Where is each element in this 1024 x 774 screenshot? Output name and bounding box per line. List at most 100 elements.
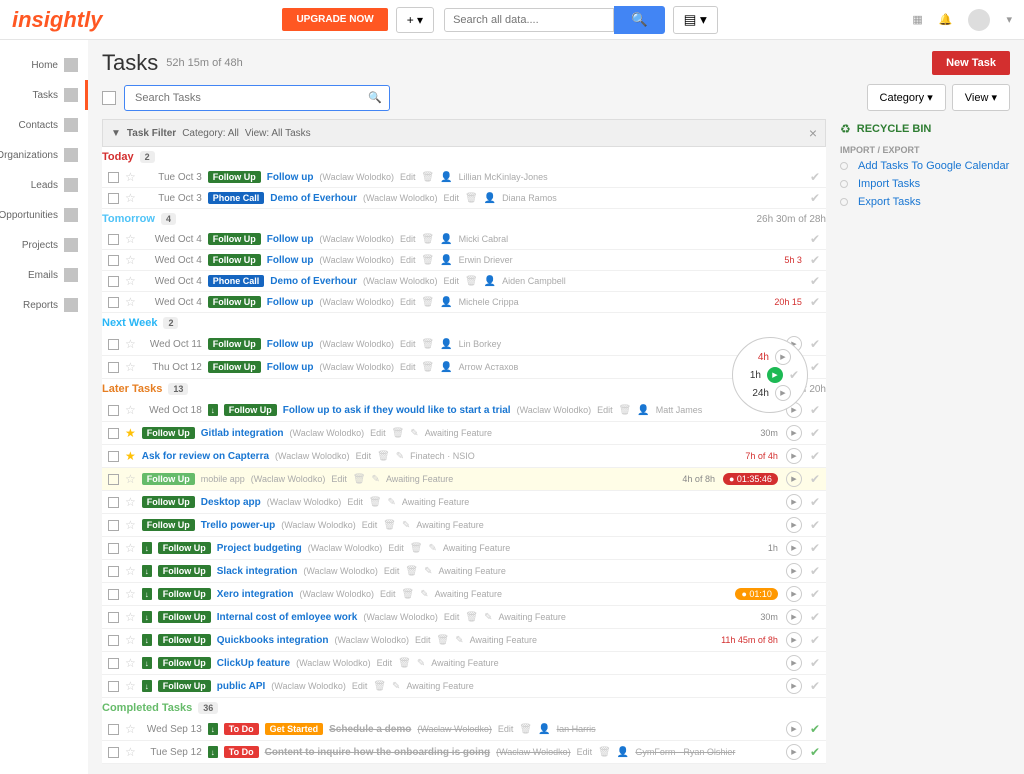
play-icon[interactable]: ▶ [786, 609, 802, 625]
avatar[interactable] [968, 9, 990, 31]
sidenav-contacts[interactable]: Contacts [0, 110, 88, 140]
trash-icon[interactable]: 🗑 [398, 658, 411, 669]
star-icon[interactable]: ☆ [125, 170, 136, 184]
category-filter-button[interactable]: Category ▾ [867, 84, 946, 111]
sidenav-home[interactable]: Home [0, 50, 88, 80]
global-search-input[interactable] [444, 8, 614, 32]
trash-icon[interactable]: 🗑 [421, 339, 434, 350]
edit-link[interactable]: Edit [498, 724, 514, 734]
trash-icon[interactable]: 🗑 [410, 543, 423, 554]
complete-icon[interactable]: ✔ [810, 403, 820, 417]
play-icon[interactable]: ▶ [775, 385, 791, 401]
task-title[interactable]: Schedule a demo [329, 724, 411, 735]
complete-icon[interactable]: ✔ [810, 426, 820, 440]
play-icon[interactable]: ▶ [786, 540, 802, 556]
play-icon[interactable]: ▶ [786, 517, 802, 533]
search-button[interactable]: 🔍 [614, 6, 665, 34]
task-checkbox[interactable] [108, 747, 119, 758]
complete-icon[interactable]: ✔ [810, 745, 820, 759]
task-row[interactable]: ☆Follow UpDesktop app(Waclaw Wolodko)Edi… [102, 491, 826, 514]
edit-link[interactable]: Edit [400, 234, 416, 244]
task-checkbox[interactable] [108, 339, 119, 350]
task-row[interactable]: ☆↓Follow Uppublic API(Waclaw Wolodko)Edi… [102, 675, 826, 698]
complete-icon[interactable]: ✔ [810, 633, 820, 647]
trash-icon[interactable]: 🗑 [437, 635, 450, 646]
star-icon[interactable]: ★ [125, 449, 136, 463]
trash-icon[interactable]: 🗑 [405, 566, 418, 577]
task-title[interactable]: Content to inquire how the onboarding is… [265, 747, 491, 758]
task-checkbox[interactable] [108, 428, 119, 439]
star-icon[interactable]: ☆ [125, 295, 136, 309]
complete-icon[interactable]: ✔ [810, 170, 820, 184]
view-toggle-button[interactable]: ▤ ▾ [673, 6, 718, 34]
trash-icon[interactable]: 🗑 [421, 234, 434, 245]
recycle-bin-link[interactable]: ♻RECYCLE BIN [840, 119, 1010, 139]
task-title[interactable]: Follow up to ask if they would like to s… [283, 405, 511, 416]
task-title[interactable]: Internal cost of emloyee work [217, 612, 358, 623]
edit-link[interactable]: Edit [400, 362, 416, 372]
task-checkbox[interactable] [108, 635, 119, 646]
trash-icon[interactable]: 🗑 [421, 172, 434, 183]
export-tasks-link[interactable]: Export Tasks [840, 193, 1010, 211]
trash-icon[interactable]: 🗑 [465, 276, 478, 287]
play-icon[interactable]: ▶ [786, 632, 802, 648]
task-checkbox[interactable] [108, 255, 119, 266]
complete-icon[interactable]: ✔ [810, 449, 820, 463]
edit-link[interactable]: Edit [444, 193, 460, 203]
task-title[interactable]: Gitlab integration [201, 428, 284, 439]
task-row[interactable]: ☆Wed Oct 4Follow UpFollow up(Waclaw Wolo… [102, 250, 826, 271]
task-title[interactable]: Follow up [267, 339, 314, 350]
task-row[interactable]: ☆Wed Oct 18↓Follow UpFollow up to ask if… [102, 399, 826, 422]
play-icon[interactable]: ▶ [786, 563, 802, 579]
edit-link[interactable]: Edit [400, 255, 416, 265]
task-title[interactable]: Demo of Everhour [270, 193, 357, 204]
trash-icon[interactable]: 🗑 [465, 193, 478, 204]
task-title[interactable]: Trello power-up [201, 520, 275, 531]
complete-icon[interactable]: ✔ [810, 253, 820, 267]
star-icon[interactable]: ☆ [125, 541, 136, 555]
user-menu-caret[interactable]: ▾ [1006, 13, 1012, 26]
task-row[interactable]: ☆↓Follow UpClickUp feature(Waclaw Wolodk… [102, 652, 826, 675]
task-title[interactable]: Follow up [267, 255, 314, 266]
complete-icon[interactable]: ✔ [810, 541, 820, 555]
star-icon[interactable]: ☆ [125, 633, 136, 647]
task-checkbox[interactable] [108, 612, 119, 623]
star-icon[interactable]: ☆ [125, 274, 136, 288]
task-row[interactable]: ☆Wed Oct 4Phone CallDemo of Everhour(Wac… [102, 271, 826, 292]
task-checkbox[interactable] [108, 172, 119, 183]
edit-link[interactable]: Edit [597, 405, 613, 415]
task-checkbox[interactable] [108, 297, 119, 308]
close-icon[interactable]: × [809, 125, 817, 141]
task-title[interactable]: Xero integration [217, 589, 294, 600]
filter-category[interactable]: Category: All [182, 128, 239, 139]
sidenav-reports[interactable]: Reports [0, 290, 88, 320]
sidenav-leads[interactable]: Leads [0, 170, 88, 200]
play-icon[interactable]: ▶ [786, 586, 802, 602]
logo[interactable]: insightly [12, 7, 102, 33]
task-row[interactable]: ☆Tue Sep 12↓To DoContent to inquire how … [102, 741, 826, 764]
sidenav-projects[interactable]: Projects [0, 230, 88, 260]
trash-icon[interactable]: 🗑 [421, 297, 434, 308]
edit-link[interactable]: Edit [380, 589, 396, 599]
task-row[interactable]: ☆↓Follow UpProject budgeting(Waclaw Wolo… [102, 537, 826, 560]
play-icon[interactable]: ▶ [786, 494, 802, 510]
edit-link[interactable]: Edit [377, 658, 393, 668]
task-row[interactable]: ☆↓Follow UpSlack integration(Waclaw Wolo… [102, 560, 826, 583]
timer-widget[interactable]: 4h▶ 1h▶✔ 24h▶ [732, 337, 808, 413]
task-checkbox[interactable] [108, 474, 119, 485]
play-icon[interactable]: ▶ [786, 448, 802, 464]
edit-link[interactable]: Edit [577, 747, 593, 757]
complete-icon[interactable]: ✔ [810, 495, 820, 509]
task-checkbox[interactable] [108, 276, 119, 287]
star-icon[interactable]: ☆ [125, 337, 136, 351]
task-checkbox[interactable] [108, 681, 119, 692]
task-row[interactable]: ☆↓Follow UpInternal cost of emloyee work… [102, 606, 826, 629]
task-checkbox[interactable] [108, 362, 119, 373]
edit-link[interactable]: Edit [370, 428, 386, 438]
trash-icon[interactable]: 🗑 [353, 474, 366, 485]
star-icon[interactable]: ☆ [125, 360, 136, 374]
play-icon[interactable]: ▶ [786, 721, 802, 737]
task-row[interactable]: ★Ask for review on Capterra(Waclaw Wolod… [102, 445, 826, 468]
trash-icon[interactable]: 🗑 [377, 451, 390, 462]
task-checkbox[interactable] [108, 520, 119, 531]
